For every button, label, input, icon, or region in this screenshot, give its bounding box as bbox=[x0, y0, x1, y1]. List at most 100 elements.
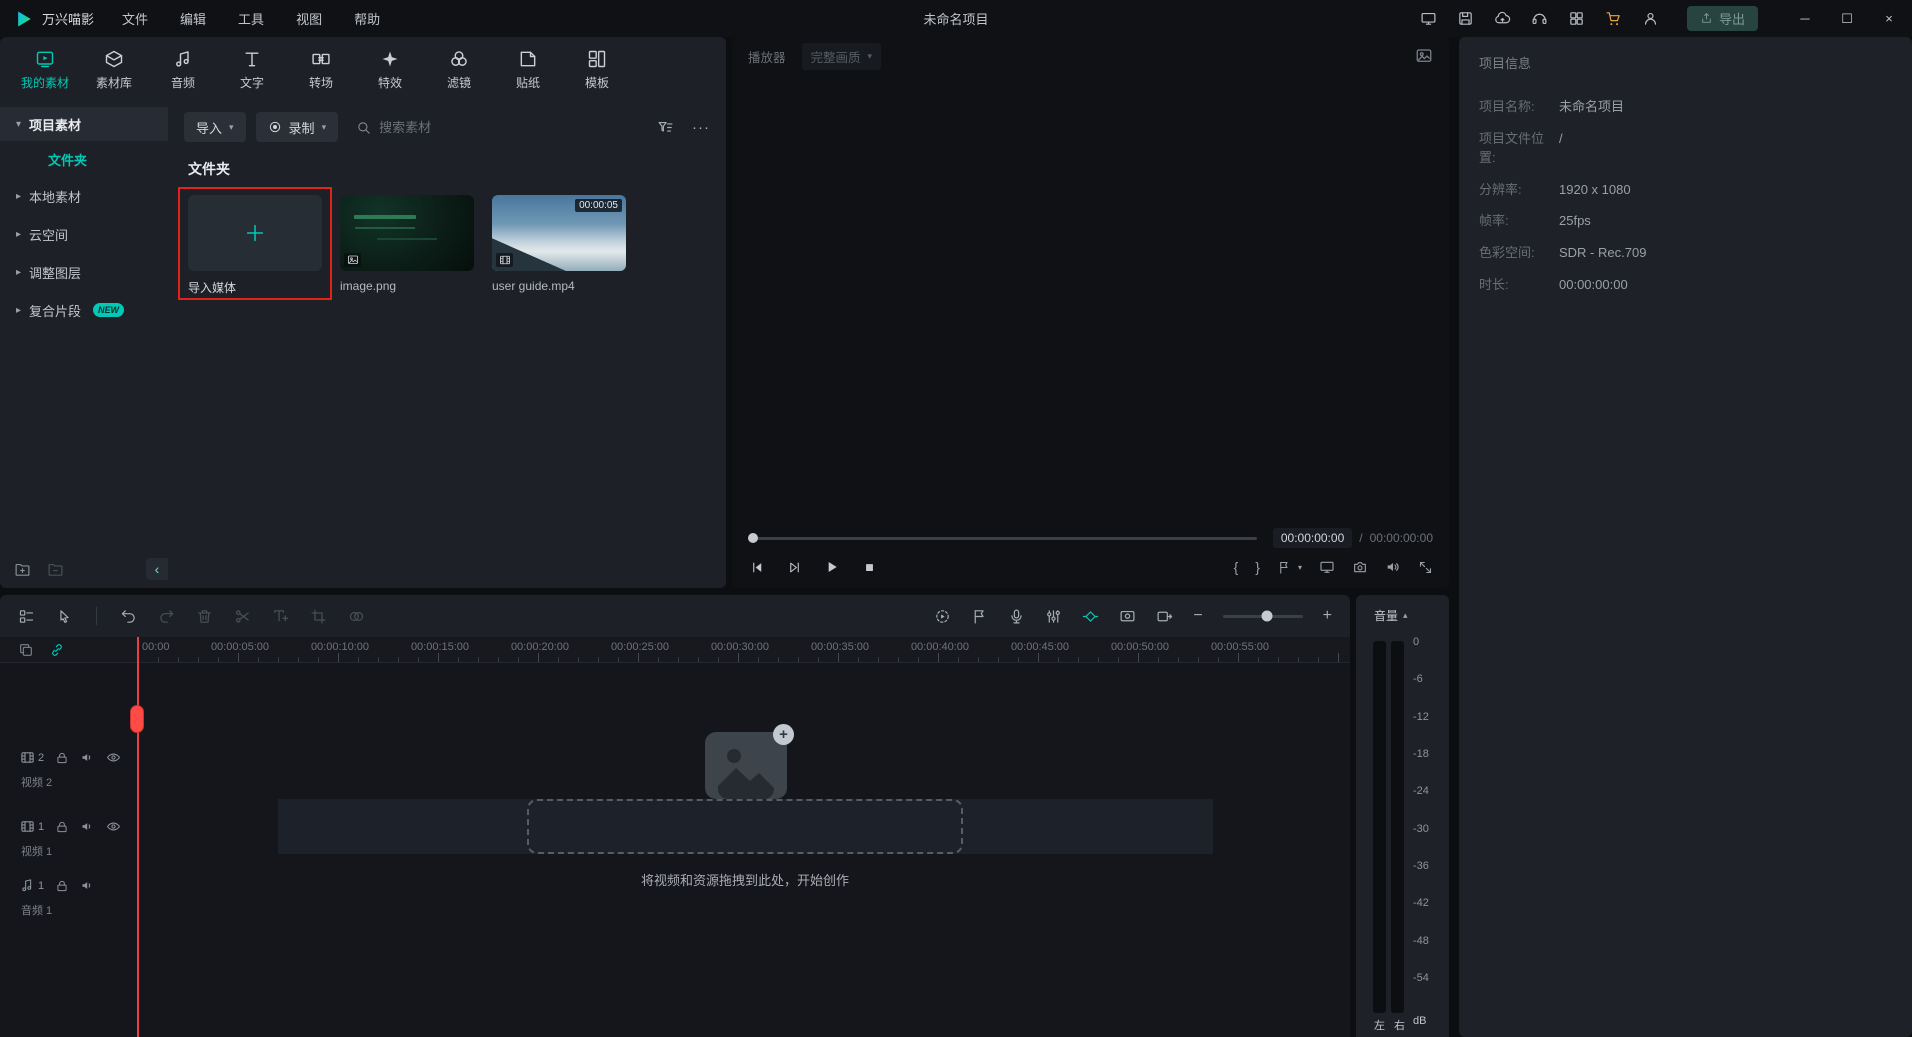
stop-icon[interactable] bbox=[862, 560, 877, 575]
templates-icon bbox=[587, 49, 607, 69]
mute-track-icon[interactable] bbox=[80, 878, 95, 893]
menu-help[interactable]: 帮助 bbox=[354, 9, 380, 28]
tab-filters[interactable]: 滤镜 bbox=[430, 46, 488, 99]
zoom-in-icon[interactable]: + bbox=[1323, 608, 1332, 624]
fullscreen-icon[interactable] bbox=[1418, 560, 1433, 575]
undo-icon[interactable] bbox=[120, 608, 137, 625]
playhead-handle[interactable] bbox=[130, 705, 144, 733]
redo-icon[interactable] bbox=[158, 608, 175, 625]
crop-icon[interactable] bbox=[310, 608, 327, 625]
menu-view[interactable]: 视图 bbox=[296, 9, 322, 28]
mark-out-icon[interactable]: } bbox=[1255, 559, 1260, 575]
track-manager-icon[interactable] bbox=[18, 608, 35, 625]
tab-templates[interactable]: 模板 bbox=[568, 46, 626, 99]
previous-frame-icon[interactable] bbox=[750, 560, 765, 575]
mute-preview-icon[interactable] bbox=[1385, 559, 1401, 575]
marker-flag-icon[interactable] bbox=[971, 608, 988, 625]
sidebar-item-local-media[interactable]: ▸ 本地素材 bbox=[0, 177, 168, 215]
voiceover-mic-icon[interactable] bbox=[1008, 608, 1025, 625]
record-button[interactable]: 录制 ▾ bbox=[256, 112, 339, 142]
menu-edit[interactable]: 编辑 bbox=[180, 9, 206, 28]
keyframe-icon[interactable] bbox=[1082, 608, 1099, 625]
timeline-ruler[interactable]: 00:00 00:00:05:00 00:00:10:00 00:00:15:0… bbox=[138, 637, 1350, 662]
mute-track-icon[interactable] bbox=[80, 750, 95, 765]
minimize-button[interactable]: ─ bbox=[1798, 11, 1812, 27]
link-icon[interactable] bbox=[49, 642, 65, 658]
save-icon[interactable] bbox=[1457, 10, 1474, 27]
tab-text[interactable]: 文字 bbox=[223, 46, 281, 99]
lock-icon[interactable] bbox=[55, 751, 69, 765]
render-preview-icon[interactable] bbox=[934, 608, 951, 625]
screen-record-icon[interactable] bbox=[1119, 608, 1136, 625]
tab-stickers[interactable]: 贴纸 bbox=[499, 46, 557, 99]
cart-icon[interactable] bbox=[1605, 10, 1622, 27]
menu-file[interactable]: 文件 bbox=[122, 9, 148, 28]
visibility-icon[interactable] bbox=[106, 750, 121, 765]
snapshot-icon[interactable] bbox=[1352, 559, 1368, 575]
sidebar-item-adjustment-layer[interactable]: ▸ 调整图层 bbox=[0, 253, 168, 291]
tab-effects[interactable]: 特效 bbox=[361, 46, 419, 99]
mark-in-icon[interactable]: { bbox=[1234, 559, 1239, 575]
more-options-icon[interactable]: ··· bbox=[692, 120, 710, 135]
delete-folder-icon[interactable] bbox=[47, 561, 64, 578]
split-scissors-icon[interactable] bbox=[234, 608, 251, 625]
close-button[interactable]: × bbox=[1882, 11, 1896, 27]
search-input[interactable] bbox=[379, 120, 647, 135]
sidebar-item-project-media[interactable]: ▾ 项目素材 bbox=[0, 107, 168, 141]
new-folder-icon[interactable] bbox=[14, 561, 31, 578]
apps-grid-icon[interactable] bbox=[1568, 10, 1585, 27]
playhead-line[interactable] bbox=[137, 637, 139, 1037]
delete-icon[interactable] bbox=[196, 608, 213, 625]
timeline-toolbar-right: − + bbox=[934, 608, 1332, 625]
menu-tools[interactable]: 工具 bbox=[238, 9, 264, 28]
player-label[interactable]: 播放器 bbox=[748, 47, 786, 66]
timeline-tracks[interactable]: 2 视频 2 1 视频 1 bbox=[0, 663, 1350, 1036]
zoom-out-icon[interactable]: − bbox=[1193, 608, 1202, 624]
color-match-icon[interactable] bbox=[348, 608, 365, 625]
timeline-zoom-slider[interactable] bbox=[1223, 615, 1303, 618]
lock-icon[interactable] bbox=[55, 879, 69, 893]
tab-transitions[interactable]: 转场 bbox=[292, 46, 350, 99]
maximize-button[interactable]: ☐ bbox=[1840, 11, 1854, 27]
info-row-framerate: 帧率: 25fps bbox=[1479, 212, 1892, 231]
import-button[interactable]: 导入 ▾ bbox=[184, 112, 246, 142]
play-icon[interactable] bbox=[824, 559, 840, 575]
import-media-tile[interactable]: 导入媒体 bbox=[188, 195, 322, 296]
collapse-sidebar-button[interactable]: ‹ bbox=[146, 558, 168, 580]
marker-caret-icon[interactable]: ▾ bbox=[1298, 563, 1302, 572]
quality-dropdown[interactable]: 完整画质 ▾ bbox=[802, 43, 882, 70]
export-button[interactable]: 导出 bbox=[1687, 6, 1758, 31]
caret-right-icon: ▸ bbox=[16, 191, 21, 202]
duplicate-icon[interactable] bbox=[18, 642, 34, 658]
tab-audio[interactable]: 音频 bbox=[154, 46, 212, 99]
seek-handle[interactable] bbox=[748, 533, 758, 543]
support-headset-icon[interactable] bbox=[1531, 10, 1548, 27]
account-icon[interactable] bbox=[1642, 10, 1659, 27]
mute-track-icon[interactable] bbox=[80, 819, 95, 834]
media-item-video[interactable]: 00:00:05 user guide.mp4 bbox=[492, 195, 626, 296]
select-tool-icon[interactable] bbox=[56, 608, 73, 625]
display-mode-icon[interactable] bbox=[1420, 10, 1437, 27]
sidebar-item-compound-clip[interactable]: ▸ 复合片段 NEW bbox=[0, 291, 168, 329]
audio-mixer-icon[interactable] bbox=[1045, 608, 1062, 625]
dropzone-target[interactable] bbox=[527, 799, 963, 854]
sidebar-item-folder[interactable]: 文件夹 bbox=[0, 141, 168, 177]
cloud-upload-icon[interactable] bbox=[1494, 10, 1511, 27]
zoom-slider-handle[interactable] bbox=[1262, 611, 1273, 622]
filter-icon[interactable] bbox=[657, 119, 674, 136]
export-frame-icon[interactable] bbox=[1156, 608, 1173, 625]
volume-dropdown[interactable]: 音量 ▴ bbox=[1356, 595, 1449, 624]
tab-stock-library[interactable]: 素材库 bbox=[85, 46, 143, 99]
lock-icon[interactable] bbox=[55, 820, 69, 834]
next-frame-icon[interactable] bbox=[787, 560, 802, 575]
compare-view-icon[interactable] bbox=[1415, 47, 1433, 65]
seek-track[interactable] bbox=[750, 537, 1257, 540]
media-item-image[interactable]: image.png bbox=[340, 195, 474, 296]
marker-icon[interactable] bbox=[1277, 560, 1292, 575]
tile-label: 导入媒体 bbox=[188, 279, 322, 296]
second-screen-icon[interactable] bbox=[1319, 559, 1335, 575]
sidebar-item-cloud[interactable]: ▸ 云空间 bbox=[0, 215, 168, 253]
quick-text-icon[interactable] bbox=[272, 608, 289, 625]
visibility-icon[interactable] bbox=[106, 819, 121, 834]
tab-my-media[interactable]: 我的素材 bbox=[16, 46, 74, 99]
